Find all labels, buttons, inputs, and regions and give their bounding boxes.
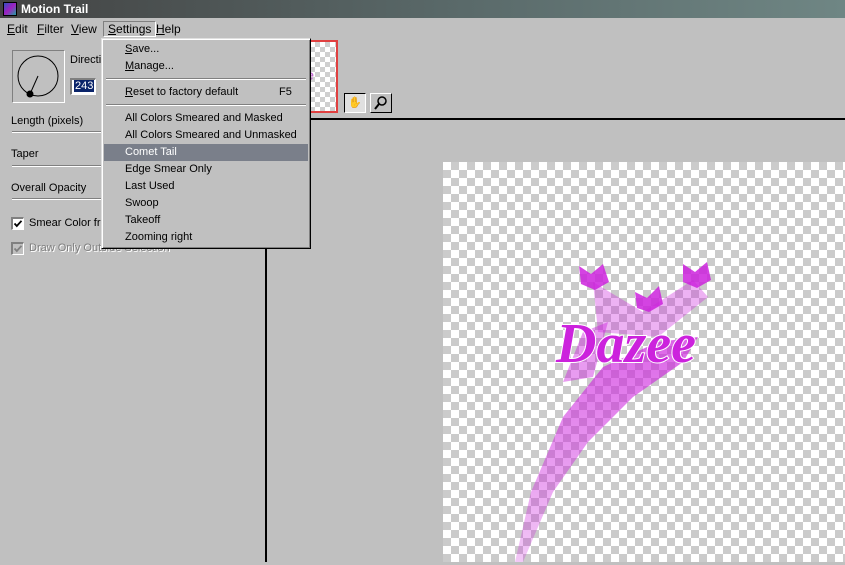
pan-button[interactable]: ✋ — [344, 93, 366, 113]
zoom-button[interactable] — [370, 93, 392, 113]
opacity-label: Overall Opacity — [11, 182, 87, 194]
taper-slider[interactable] — [12, 165, 102, 167]
checkmark-icon — [13, 245, 23, 253]
menu-item-zooming-right[interactable]: Zooming right — [104, 229, 308, 246]
smear-color-label: Smear Color fro — [29, 217, 107, 229]
smear-color-checkbox[interactable] — [11, 217, 24, 230]
menu-item-takeoff[interactable]: Takeoff — [104, 212, 308, 229]
menu-help[interactable]: Help — [156, 22, 181, 36]
checkmark-icon — [13, 220, 23, 228]
menu-view[interactable]: View — [71, 22, 97, 36]
menu-item-comet-tail[interactable]: Comet Tail — [104, 144, 308, 161]
direction-dial[interactable] — [12, 50, 65, 103]
preview-text: Dazee — [555, 313, 696, 375]
menu-item-save[interactable]: Save... — [104, 41, 308, 58]
draw-outside-checkbox[interactable] — [11, 242, 24, 255]
settings-dropdown: Save... Manage... Reset to factory defau… — [101, 38, 311, 249]
menu-item-edge-smear[interactable]: Edge Smear Only — [104, 161, 308, 178]
length-slider[interactable] — [12, 131, 102, 133]
menu-item-last-used[interactable]: Last Used — [104, 178, 308, 195]
menu-settings[interactable]: Settings — [103, 21, 157, 37]
opacity-slider[interactable] — [12, 198, 102, 200]
menu-filter[interactable]: Filter — [37, 22, 64, 36]
taper-label: Taper — [11, 148, 39, 160]
menu-item-swoop[interactable]: Swoop — [104, 195, 308, 212]
title-bar: Motion Trail — [0, 0, 845, 18]
menu-separator — [106, 104, 306, 106]
length-label: Length (pixels) — [11, 115, 84, 127]
menu-separator — [106, 78, 306, 80]
menu-item-all-colors-unmasked[interactable]: All Colors Smeared and Unmasked — [104, 127, 308, 144]
preview-artwork: Dazee — [515, 262, 711, 562]
menu-item-reset[interactable]: Reset to factory default F5 — [104, 84, 308, 101]
menu-item-manage[interactable]: Manage... — [104, 58, 308, 75]
app-icon — [3, 2, 17, 16]
dial-graphic — [17, 55, 59, 98]
hand-icon: ✋ — [348, 97, 362, 109]
direction-value: 243 — [74, 80, 95, 92]
direction-input[interactable]: 243 — [70, 78, 96, 95]
pane-divider-horizontal — [267, 118, 845, 120]
direction-label: Directi — [70, 54, 102, 66]
shortcut-label: F5 — [279, 86, 292, 98]
menu-edit[interactable]: Edit — [7, 22, 28, 36]
window-title: Motion Trail — [21, 2, 89, 16]
preview-canvas[interactable]: Dazee — [443, 162, 845, 562]
menu-item-all-colors-masked[interactable]: All Colors Smeared and Masked — [104, 110, 308, 127]
magnifier-icon — [374, 96, 387, 110]
menu-bar: Edit Filter View Settings Help — [0, 18, 845, 40]
